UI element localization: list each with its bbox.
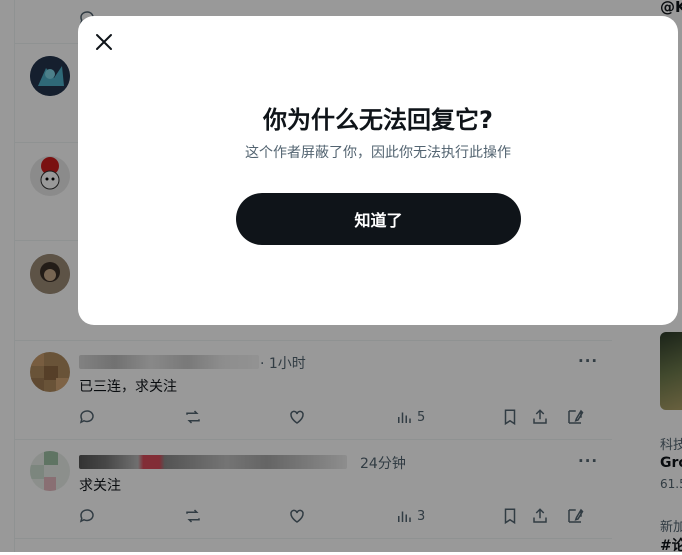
got-it-button[interactable]: 知道了 <box>236 193 521 245</box>
dialog-subtitle: 这个作者屏蔽了你，因此你无法执行此操作 <box>245 145 511 161</box>
cannot-reply-dialog: 你为什么无法回复它? 这个作者屏蔽了你，因此你无法执行此操作 知道了 <box>78 16 678 325</box>
close-button[interactable] <box>92 30 116 54</box>
dialog-title: 你为什么无法回复它? <box>263 106 493 134</box>
close-icon <box>96 34 112 50</box>
